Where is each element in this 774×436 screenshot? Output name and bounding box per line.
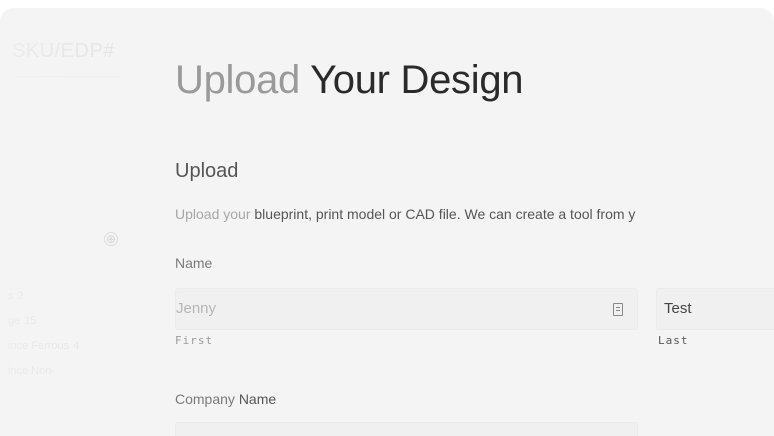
last-name-sublabel: Last xyxy=(658,334,689,347)
contact-card-icon[interactable] xyxy=(613,303,623,316)
first-name-sublabel: First xyxy=(175,334,214,347)
company-name-input[interactable] xyxy=(175,422,638,436)
first-name-value: Jenny xyxy=(176,300,217,317)
category-filter-item[interactable]: ge 15 xyxy=(8,309,128,334)
category-filter-label: ince Ferrous xyxy=(8,340,70,352)
name-field-label: Name xyxy=(175,255,213,271)
upload-form: Upload Your Design Upload Upload your bl… xyxy=(175,8,774,436)
upload-section-heading: Upload xyxy=(175,160,239,182)
upload-description-dark: blueprint, print model or CAD file. We c… xyxy=(254,206,636,222)
upload-description-light: Upload your xyxy=(175,206,255,222)
upload-design-card: SKU/EDP# ⊕ s2 ge 15 ince Ferrous 4 ince No… xyxy=(0,8,774,436)
page-title-dark: Your Design xyxy=(310,58,524,102)
page-title: Upload Your Design xyxy=(175,58,524,103)
category-filter-item[interactable]: ince Ferrous 4 xyxy=(8,334,128,359)
sku-divider xyxy=(14,76,120,77)
page-title-light: Upload xyxy=(175,58,311,102)
category-filter-label: s xyxy=(8,290,14,302)
company-label-dark: Name xyxy=(238,391,277,407)
category-filter-count: 4 xyxy=(73,340,80,352)
sidebar: SKU/EDP# ⊕ s2 ge 15 ince Ferrous 4 ince No… xyxy=(0,8,130,436)
sku-edp-heading: SKU/EDP# xyxy=(12,40,115,62)
upload-description: Upload your blueprint, print model or CA… xyxy=(175,206,635,222)
company-name-label: Company Name xyxy=(175,391,276,407)
category-filter-label: ince Non- xyxy=(8,365,56,377)
category-filter-count: 15 xyxy=(24,315,37,327)
expand-plus-icon[interactable]: ⊕ xyxy=(104,232,118,246)
category-filter-label: ge xyxy=(8,315,21,327)
last-name-input[interactable]: Test xyxy=(656,288,774,330)
first-name-input[interactable]: Jenny xyxy=(175,288,638,330)
category-filter-item[interactable]: ince Non- xyxy=(8,359,128,384)
last-name-value: Test xyxy=(664,300,692,317)
category-filter-list: s2 ge 15 ince Ferrous 4 ince Non- xyxy=(8,284,128,384)
category-filter-count: 2 xyxy=(17,290,24,302)
category-filter-item[interactable]: s2 xyxy=(8,284,128,309)
company-label-light: Company xyxy=(175,391,239,407)
